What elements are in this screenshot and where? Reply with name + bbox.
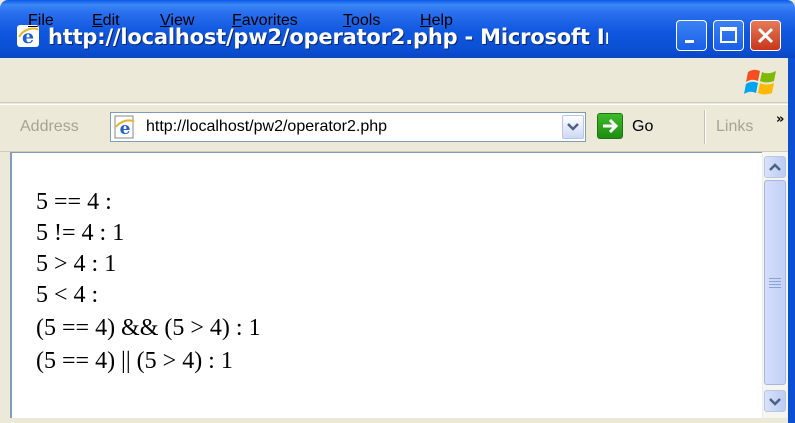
more-chevron-icon[interactable]: » (776, 112, 784, 127)
scroll-grip (769, 287, 781, 288)
browser-window: e http://localhost/pw2/operator2.php - M… (0, 0, 795, 423)
output-line: 5 != 4 : 1 (36, 220, 125, 246)
scroll-grip (769, 281, 781, 282)
maximize-icon (720, 27, 737, 43)
close-button[interactable] (750, 20, 781, 51)
address-dropdown-button[interactable] (562, 115, 584, 139)
scroll-down-button[interactable] (764, 390, 786, 412)
arrow-right-icon (603, 118, 619, 134)
toolbar-separator (704, 110, 706, 144)
window-title: http://localhost/pw2/operator2.php - Mic… (48, 25, 608, 49)
output-line: 5 < 4 : (36, 282, 99, 308)
chevron-down-icon (567, 123, 579, 131)
windows-logo-icon (744, 69, 776, 95)
minimize-button[interactable] (676, 20, 707, 51)
window-frame-edge (788, 58, 795, 423)
menu-tools[interactable]: Tools (343, 10, 380, 32)
maximize-button[interactable] (713, 20, 744, 51)
scroll-up-button[interactable] (764, 156, 786, 178)
scroll-grip (769, 278, 781, 279)
menu-help[interactable]: Help (420, 10, 453, 32)
menu-edit[interactable]: Edit (92, 10, 120, 32)
menu-file[interactable]: File (28, 10, 54, 32)
chevron-up-icon (769, 163, 781, 171)
go-button[interactable] (597, 113, 623, 139)
menu-favorites[interactable]: Favorites (232, 10, 298, 32)
output-line: 5 > 4 : 1 (36, 251, 117, 277)
scroll-thumb[interactable] (764, 180, 786, 385)
menu-bar (0, 62, 795, 103)
links-button[interactable]: Links (716, 118, 753, 136)
address-url[interactable]: http://localhost/pw2/operator2.php (146, 118, 387, 136)
close-icon (757, 27, 774, 44)
scroll-grip (769, 284, 781, 285)
output-line: 5 == 4 : (36, 189, 112, 215)
page-content: 5 == 4 : 5 != 4 : 1 5 > 4 : 1 5 < 4 : (5… (10, 152, 762, 418)
output-line: (5 == 4) && (5 > 4) : 1 (36, 315, 261, 341)
output-line: (5 == 4) || (5 > 4) : 1 (36, 348, 233, 374)
page-icon: e (114, 115, 135, 139)
minimize-icon (685, 40, 694, 43)
address-label: Address (20, 118, 79, 135)
chevron-down-icon (769, 398, 781, 406)
menu-view[interactable]: View (160, 10, 194, 32)
go-label[interactable]: Go (632, 118, 653, 136)
